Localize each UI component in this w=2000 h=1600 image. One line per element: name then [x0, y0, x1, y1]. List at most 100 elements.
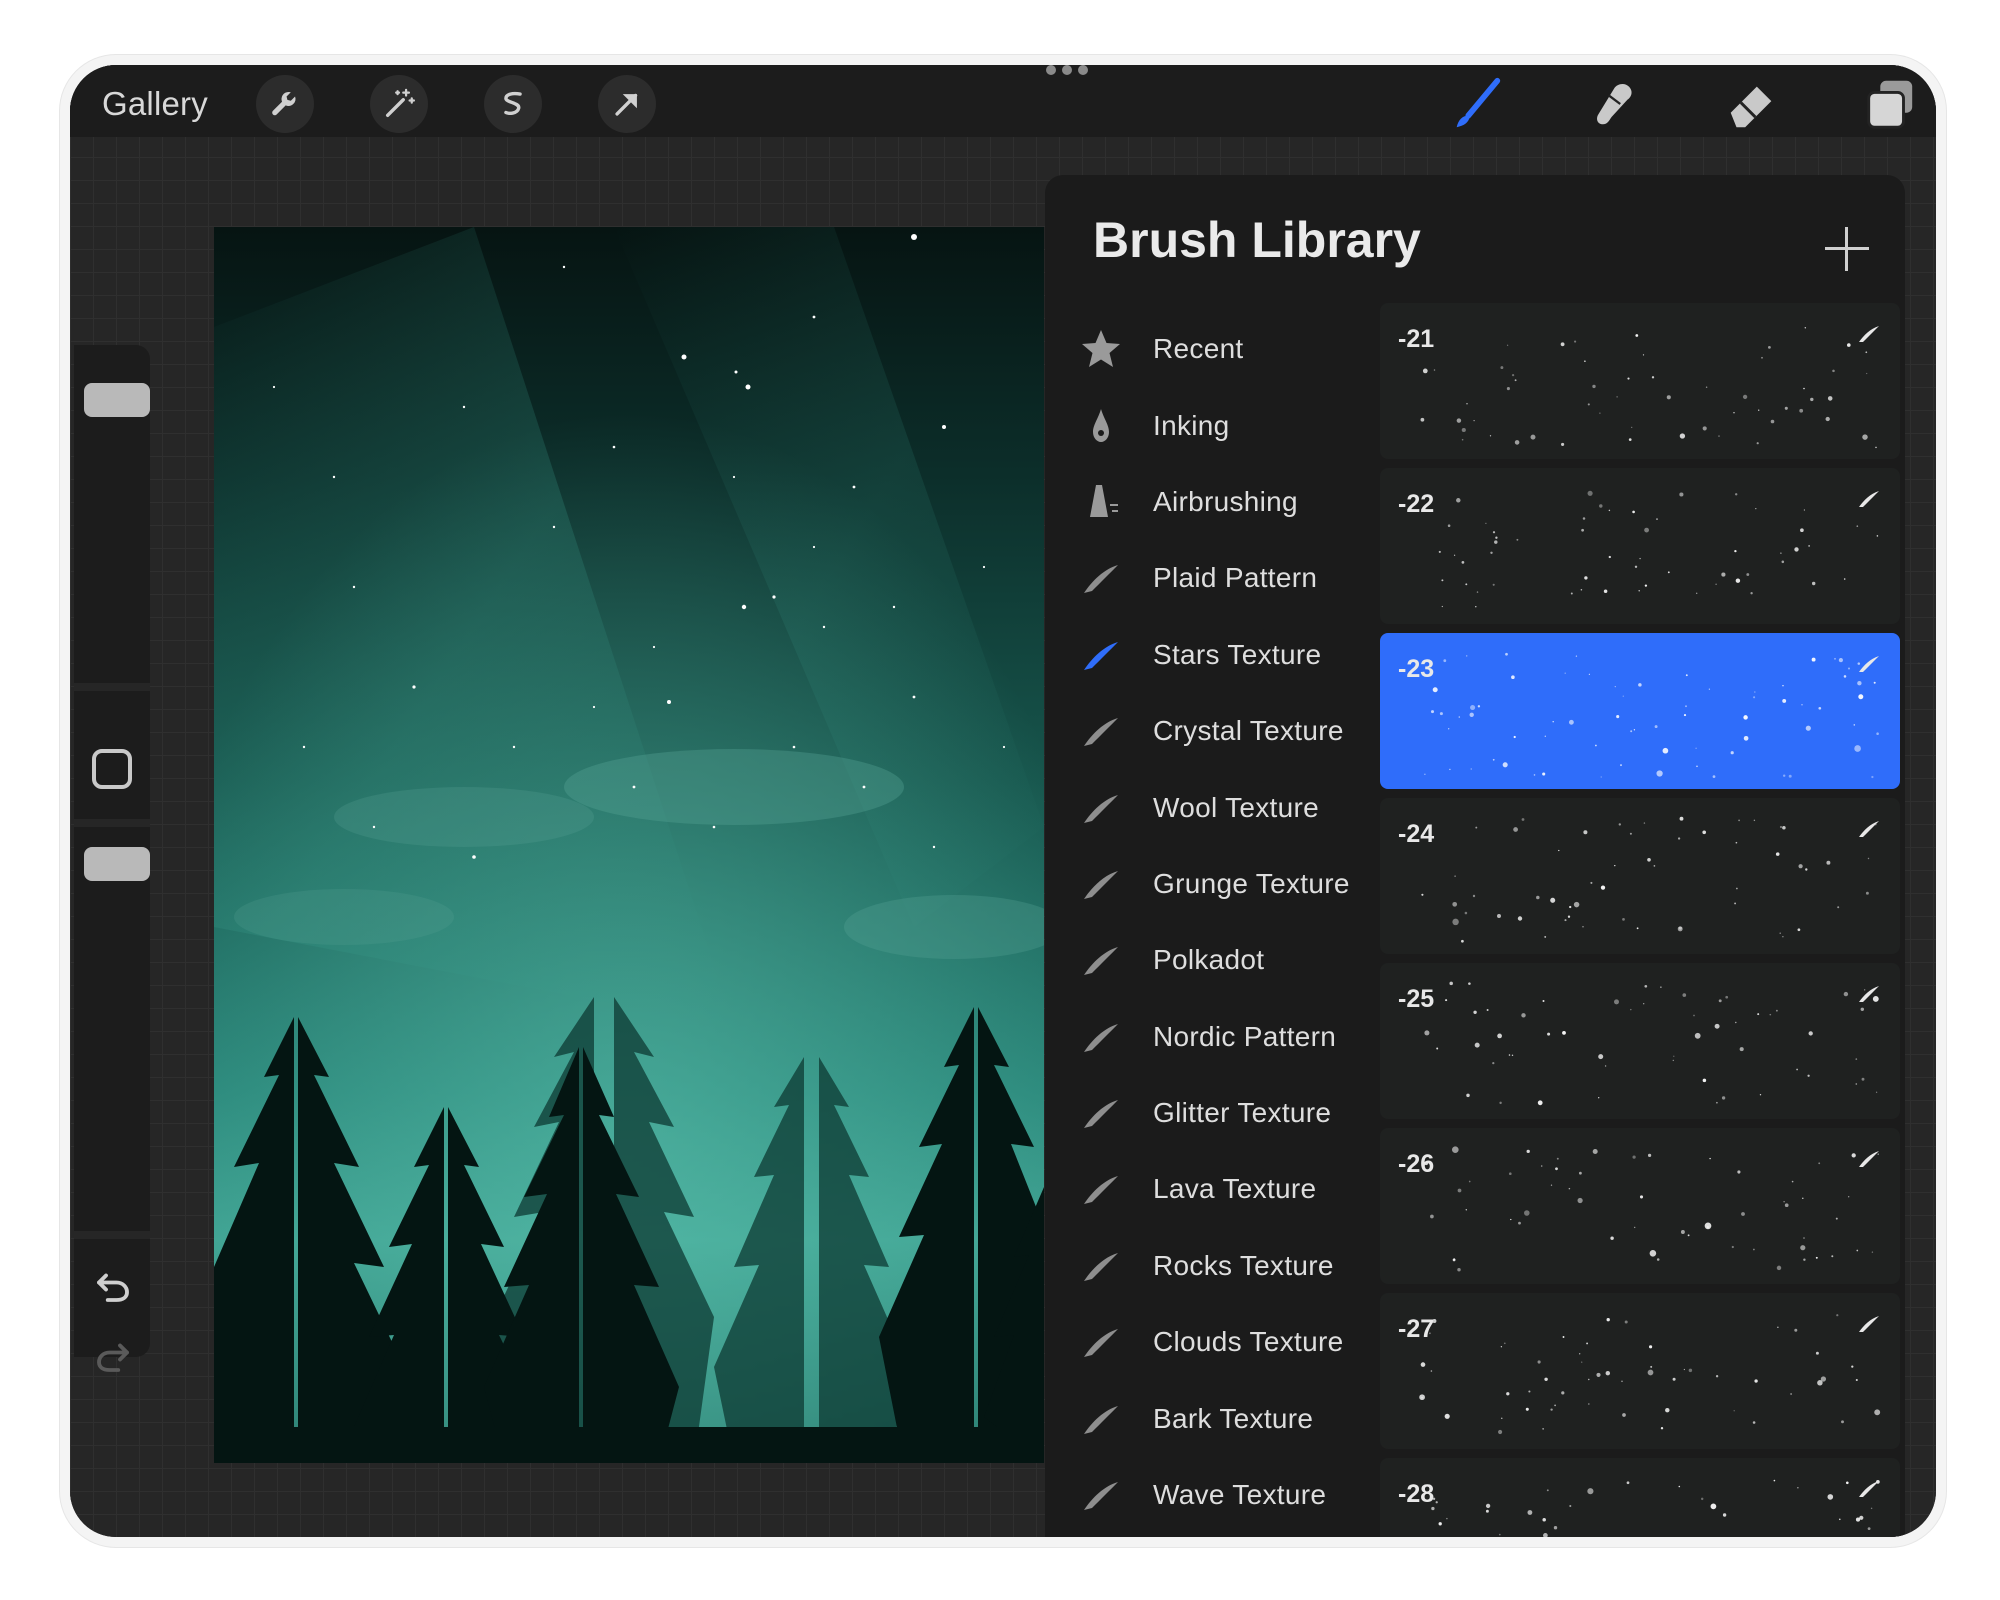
- brush-category-label: Plaid Pattern: [1153, 562, 1318, 594]
- brush-category-item[interactable]: Plaid Pattern: [1075, 540, 1375, 616]
- brush-stroke-preview: [1424, 981, 1879, 1106]
- brush-category-item[interactable]: Bark Texture: [1075, 1380, 1375, 1456]
- brush-stroke-icon: [1075, 858, 1127, 910]
- redo-icon[interactable]: [92, 1335, 134, 1377]
- brush-category-item[interactable]: Wave Texture: [1075, 1457, 1375, 1533]
- brush-name: -22: [1398, 490, 1435, 518]
- brush-category-label: Glitter Texture: [1153, 1097, 1332, 1129]
- brush-name: -21: [1398, 325, 1435, 353]
- wrench-icon: [272, 91, 296, 116]
- brush-category-label: Crystal Texture: [1153, 715, 1344, 747]
- brush-item[interactable]: -28: [1380, 1458, 1900, 1537]
- smudge-icon: [1597, 83, 1632, 125]
- brush-stroke-icon: [1075, 1316, 1127, 1368]
- brush-category-item[interactable]: Nordic Pattern: [1075, 999, 1375, 1075]
- brush-category-item[interactable]: Wool Texture: [1075, 769, 1375, 845]
- brush-stroke-icon: [1859, 1481, 1879, 1497]
- brush-stroke-icon: [1859, 1151, 1879, 1167]
- add-brush-button[interactable]: [1825, 227, 1869, 271]
- brush-item[interactable]: -25: [1380, 963, 1900, 1119]
- brush-category-item[interactable]: Recent: [1075, 311, 1375, 387]
- adjustments-button[interactable]: [370, 75, 428, 133]
- brush-icon: [1456, 77, 1501, 128]
- brush-item[interactable]: -22: [1380, 468, 1900, 624]
- sidebar-divider: [74, 819, 150, 827]
- left-sidebar: [74, 345, 150, 1372]
- brush-stroke-preview: [1424, 1146, 1879, 1272]
- artwork-canvas[interactable]: [214, 227, 1044, 1463]
- selection-button[interactable]: [484, 75, 542, 133]
- brush-category-list: Recent Inking Airbrushing Plaid Pattern Star…: [1075, 311, 1375, 1533]
- airbrush-icon: [1075, 476, 1127, 528]
- brush-category-label: Airbrushing: [1153, 485, 1298, 517]
- brush-stroke-preview: [1424, 652, 1879, 779]
- ipad-screen: Gallery Brush Library Recent Inking Airb…: [70, 65, 1936, 1537]
- undo-icon[interactable]: [92, 1265, 134, 1307]
- transform-arrow-icon: [615, 93, 638, 116]
- brush-item[interactable]: -21: [1380, 303, 1900, 459]
- brush-category-item[interactable]: Clouds Texture: [1075, 1304, 1375, 1380]
- brush-category-label: Wave Texture: [1153, 1479, 1327, 1511]
- brush-category-label: Polkadot: [1153, 944, 1265, 976]
- brush-stroke-icon: [1075, 1393, 1127, 1445]
- magic-wand-icon: [385, 88, 416, 118]
- brush-stroke-icon: [1859, 821, 1879, 837]
- smudge-tool[interactable]: [1582, 73, 1644, 135]
- layers-icon: [1867, 80, 1913, 129]
- brush-name: -26: [1398, 1150, 1435, 1178]
- brush-category-item[interactable]: Glitter Texture: [1075, 1075, 1375, 1151]
- layers-button[interactable]: [1858, 73, 1920, 135]
- brush-name: -28: [1398, 1480, 1435, 1508]
- gallery-button[interactable]: Gallery: [102, 85, 208, 123]
- brush-category-item[interactable]: Lava Texture: [1075, 1151, 1375, 1227]
- brush-stroke-icon: [1075, 1087, 1127, 1139]
- brush-stroke-preview: [1438, 490, 1879, 608]
- brush-item[interactable]: -23: [1380, 633, 1900, 789]
- brush-category-item[interactable]: Stars Texture: [1075, 617, 1375, 693]
- brush-category-item[interactable]: Crystal Texture: [1075, 693, 1375, 769]
- brush-stroke-icon: [1075, 782, 1127, 834]
- brush-library-panel: Brush Library Recent Inking Airbrushing Pla…: [1045, 175, 1905, 1537]
- drag-handle-dots[interactable]: [1046, 65, 1088, 75]
- brush-stroke-icon: [1859, 1316, 1879, 1332]
- brush-stroke-icon: [1075, 1011, 1127, 1063]
- brush-category-item[interactable]: Airbrushing: [1075, 464, 1375, 540]
- brush-category-label: Recent: [1153, 333, 1244, 365]
- brush-category-label: Lava Texture: [1153, 1173, 1317, 1205]
- brush-stroke-icon: [1075, 1163, 1127, 1215]
- top-toolbar: Gallery: [70, 65, 1936, 137]
- brush-stroke-preview: [1420, 327, 1877, 449]
- brush-category-item[interactable]: Rocks Texture: [1075, 1228, 1375, 1304]
- sidebar-divider: [74, 1231, 150, 1239]
- brush-category-item[interactable]: Polkadot: [1075, 922, 1375, 998]
- brush-stroke-icon: [1075, 705, 1127, 757]
- actions-button[interactable]: [256, 75, 314, 133]
- brush-item[interactable]: -26: [1380, 1128, 1900, 1284]
- brush-category-item[interactable]: Inking: [1075, 387, 1375, 463]
- panel-title: Brush Library: [1093, 212, 1421, 268]
- eraser-tool[interactable]: [1720, 73, 1782, 135]
- brush-category-label: Grunge Texture: [1153, 867, 1350, 899]
- brush-category-label: Rocks Texture: [1153, 1249, 1334, 1281]
- brush-name: -23: [1398, 655, 1435, 683]
- brush-item[interactable]: -27: [1380, 1293, 1900, 1449]
- brush-name: -27: [1398, 1315, 1435, 1343]
- paint-tool[interactable]: [1446, 73, 1508, 135]
- brush-category-label: Stars Texture: [1153, 638, 1322, 670]
- brush-category-label: Inking: [1153, 409, 1230, 441]
- brush-category-label: Wool Texture: [1153, 791, 1319, 823]
- selection-icon: [504, 91, 522, 115]
- brush-size-slider[interactable]: [84, 383, 150, 417]
- brush-name: -24: [1398, 820, 1435, 848]
- brush-name: -25: [1398, 985, 1435, 1013]
- brush-stroke-preview: [1419, 1314, 1881, 1435]
- brush-category-label: Clouds Texture: [1153, 1326, 1344, 1358]
- star-icon: [1075, 323, 1127, 375]
- brush-category-item[interactable]: Grunge Texture: [1075, 846, 1375, 922]
- opacity-slider[interactable]: [84, 847, 150, 881]
- modify-button[interactable]: [92, 749, 132, 789]
- transform-button[interactable]: [598, 75, 656, 133]
- ink-drop-icon: [1075, 400, 1127, 452]
- brush-stroke-icon: [1859, 491, 1879, 507]
- brush-item[interactable]: -24: [1380, 798, 1900, 954]
